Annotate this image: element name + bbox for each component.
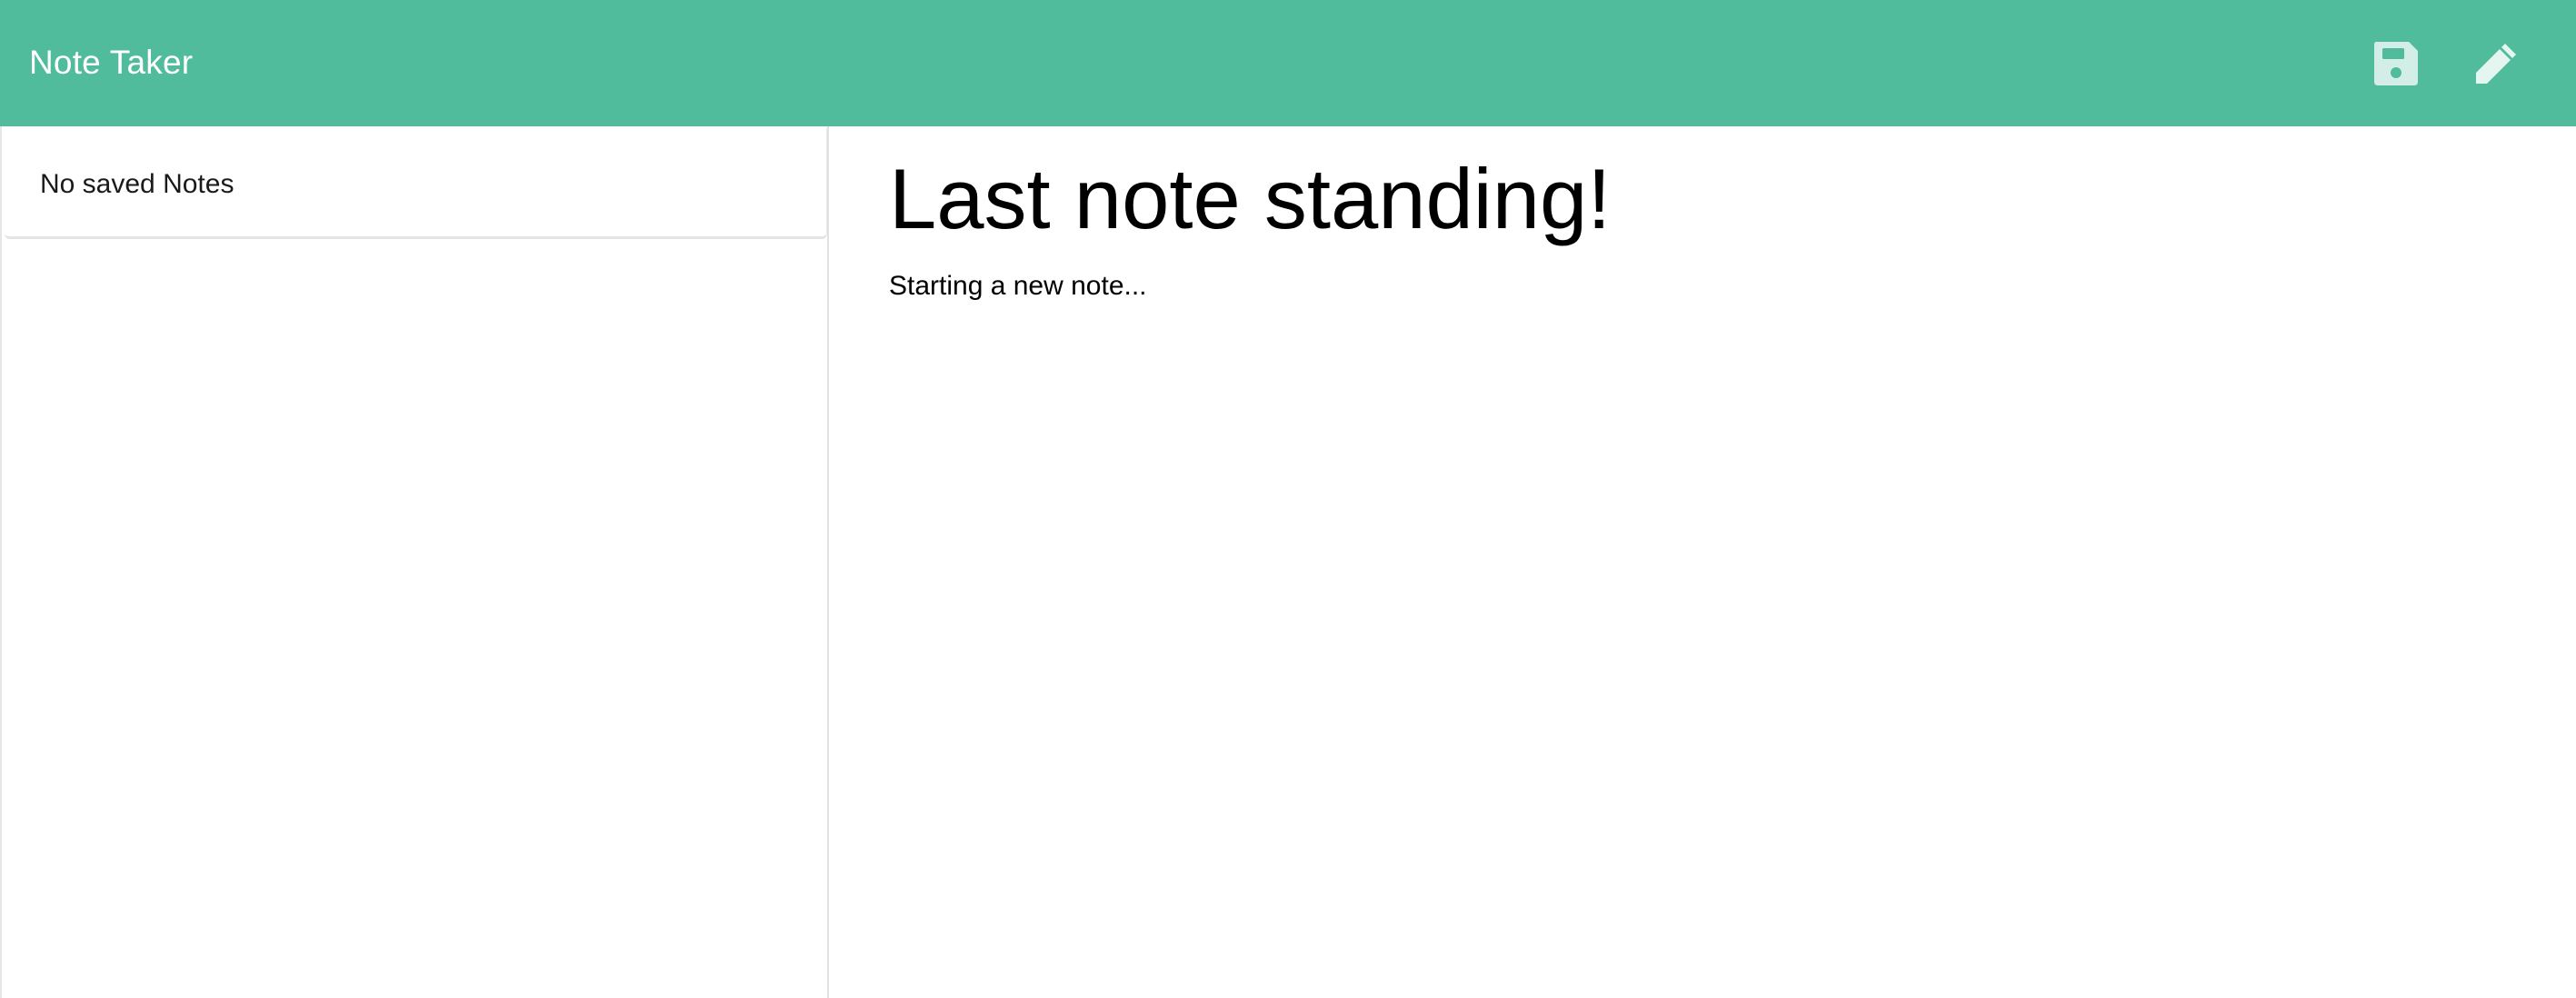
navbar: Note Taker	[0, 0, 2576, 126]
brand-link[interactable]: Note Taker	[29, 42, 193, 84]
note-text-input[interactable]: Starting a new note...	[889, 270, 1147, 303]
notes-sidebar: No saved Notes	[0, 126, 829, 998]
note-title-input[interactable]: Last note standing!	[889, 148, 2434, 250]
note-editor: Last note standing! Starting a new note.…	[831, 126, 2576, 998]
floppy-disk-icon[interactable]	[2369, 36, 2423, 91]
empty-notes-label: No saved Notes	[40, 169, 235, 199]
pencil-icon[interactable]	[2469, 36, 2523, 91]
list-item: No saved Notes	[5, 128, 827, 239]
